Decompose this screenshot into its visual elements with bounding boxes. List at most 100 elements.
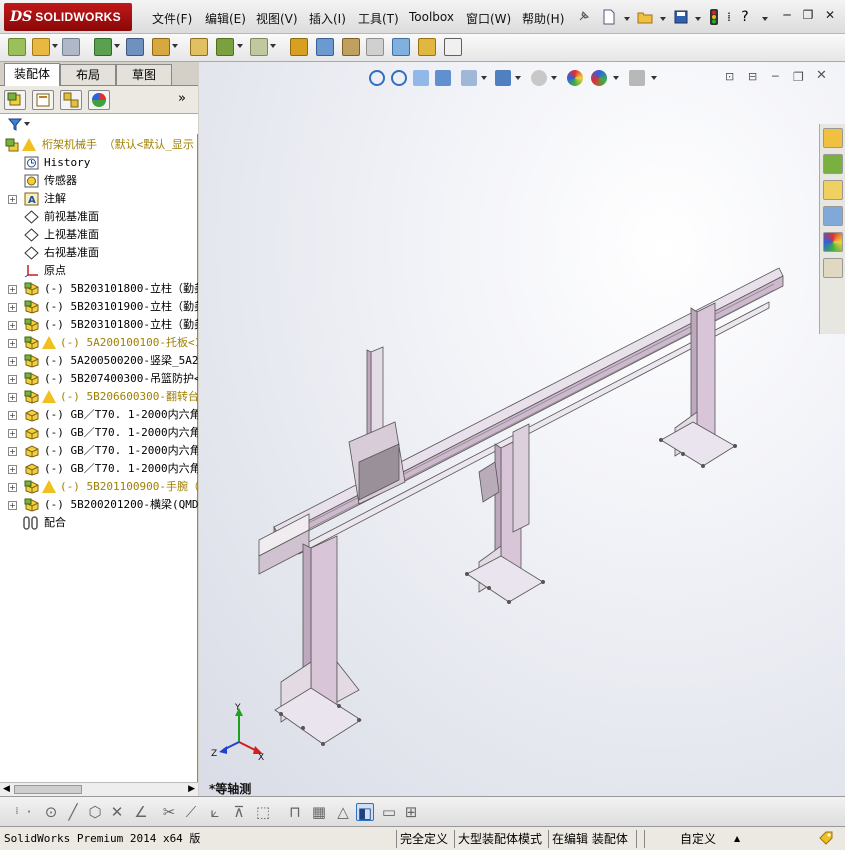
tree-filter[interactable] — [0, 114, 198, 134]
expand-icon[interactable]: + — [8, 393, 17, 402]
rebuild-traffic-light-icon[interactable] — [708, 7, 720, 27]
tree-horizontal-scrollbar[interactable]: ◀ ▶ — [0, 782, 198, 796]
insert-component-icon[interactable] — [8, 38, 26, 56]
save-icon[interactable] — [672, 7, 690, 27]
smart-fasteners-icon[interactable] — [94, 38, 112, 56]
tab-layout[interactable]: 布局 — [60, 64, 116, 85]
unit-system-selector[interactable]: 自定义 — [680, 830, 716, 848]
tree-item-history[interactable]: History — [0, 154, 198, 172]
linear-pattern-icon[interactable] — [62, 38, 80, 56]
new-dropdown-icon[interactable] — [624, 17, 630, 21]
menu-tools[interactable]: 工具(T) — [358, 10, 399, 27]
tree-item-component[interactable]: + (-) 5B203101900-立柱（勤美 — [0, 298, 198, 316]
graphics-area[interactable]: ⊡ ⊟ ─ ❐ ✕ Y X Z *等轴测 — [199, 62, 845, 796]
reference-dropdown-icon[interactable] — [237, 44, 243, 48]
point-icon[interactable]: · — [20, 803, 38, 821]
extend-icon[interactable]: ⟋ — [182, 803, 200, 821]
scroll-thumb[interactable] — [14, 785, 82, 794]
tree-item-top-plane[interactable]: 上视基准面 — [0, 226, 198, 244]
help-question-icon[interactable]: ? — [737, 7, 753, 27]
filter-funnel-icon[interactable] — [8, 117, 22, 131]
intersection-icon[interactable]: ✕ — [108, 803, 126, 821]
grid-icon[interactable]: ▦ — [310, 803, 328, 821]
tree-item-right-plane[interactable]: 右视基准面 — [0, 244, 198, 262]
menu-edit[interactable]: 编辑(E) — [205, 10, 246, 27]
clearance-verification-icon[interactable] — [392, 38, 410, 56]
relation-icon[interactable]: △ — [334, 803, 352, 821]
property-manager-icon[interactable] — [32, 90, 54, 110]
show-hidden-icon[interactable] — [152, 38, 170, 56]
menu-view[interactable]: 视图(V) — [256, 10, 298, 27]
tree-item-component-warning[interactable]: + (-) 5B206600300-翻转台 — [0, 388, 198, 406]
tree-item-sensors[interactable]: 传感器 — [0, 172, 198, 190]
scroll-left-icon[interactable]: ◀ — [3, 784, 10, 794]
expand-icon[interactable]: + — [8, 501, 17, 510]
tree-item-component[interactable]: + (-) GB／T70. 1-2000内六角 — [0, 424, 198, 442]
expand-icon[interactable]: + — [8, 339, 17, 348]
trim-icon[interactable]: ✂ — [160, 803, 178, 821]
show-dropdown-icon[interactable] — [172, 44, 178, 48]
motion-dropdown-icon[interactable] — [270, 44, 276, 48]
display-manager-icon[interactable] — [88, 90, 110, 110]
tree-item-component-warning[interactable]: + (-) 5A200100100-托板<1> — [0, 334, 198, 352]
scroll-right-icon[interactable]: ▶ — [188, 784, 195, 794]
tab-assembly[interactable]: 装配体 — [4, 63, 60, 86]
new-motion-study-icon[interactable] — [250, 38, 268, 56]
fasteners-dropdown-icon[interactable] — [114, 44, 120, 48]
angle-icon[interactable]: ∠ — [132, 803, 150, 821]
configuration-manager-icon[interactable] — [60, 90, 82, 110]
expand-icon[interactable]: + — [8, 447, 17, 456]
tree-item-mates[interactable]: 配合 — [0, 514, 198, 532]
menu-window[interactable]: 窗口(W) — [466, 10, 511, 27]
tree-item-component[interactable]: + (-) 5A200500200-竖梁_5A200 — [0, 352, 198, 370]
instant3d-icon[interactable] — [444, 38, 462, 56]
tree-item-component-warning[interactable]: + (-) 5B201100900-手腕（A — [0, 478, 198, 496]
menu-insert[interactable]: 插入(I) — [309, 10, 346, 27]
bill-of-materials-icon[interactable] — [290, 38, 308, 56]
construction-geometry-icon[interactable]: ⬚ — [254, 803, 272, 821]
expand-icon[interactable]: + — [8, 195, 17, 204]
quick-snaps-icon[interactable]: ⊞ — [402, 803, 420, 821]
solidworks-logo[interactable]: DS SOLIDWORKS — [4, 3, 132, 31]
exploded-view-icon[interactable] — [316, 38, 334, 56]
tree-item-component[interactable]: + (-) 5B203101800-立柱（勤美 — [0, 280, 198, 298]
feature-manager-icon[interactable] — [4, 90, 26, 110]
expand-icon[interactable]: + — [8, 465, 17, 474]
new-document-icon[interactable] — [600, 7, 618, 27]
dimension-icon[interactable]: ⊓ — [286, 803, 304, 821]
hole-alignment-icon[interactable] — [418, 38, 436, 56]
mate-icon[interactable] — [32, 38, 50, 56]
interference-detection-icon[interactable] — [366, 38, 384, 56]
menu-toolbox[interactable]: Toolbox — [409, 10, 454, 24]
more-tabs-chevron-icon[interactable]: » — [178, 91, 186, 106]
line-icon[interactable]: ╱ — [64, 803, 82, 821]
offset-icon[interactable]: ⟀ — [206, 803, 224, 821]
expand-icon[interactable]: + — [8, 321, 17, 330]
pin-icon[interactable] — [574, 7, 592, 27]
expand-icon[interactable]: + — [8, 483, 17, 492]
close-icon[interactable]: ✕ — [821, 8, 839, 24]
shaded-display-icon[interactable]: ◧ — [356, 803, 374, 822]
tree-item-component[interactable]: + (-) 5B203101800-立柱（勤美 — [0, 316, 198, 334]
circle-center-icon[interactable]: ⊙ — [42, 803, 60, 821]
tree-item-component[interactable]: + (-) 5B200201200-横梁(QMD 8 — [0, 496, 198, 514]
move-component-icon[interactable] — [126, 38, 144, 56]
assembly-features-icon[interactable] — [190, 38, 208, 56]
expand-icon[interactable]: + — [8, 375, 17, 384]
tab-sketch[interactable]: 草图 — [116, 64, 172, 85]
save-dropdown-icon[interactable] — [695, 17, 701, 21]
tree-item-component[interactable]: + (-) GB／T70. 1-2000内六角 — [0, 460, 198, 478]
options-icon[interactable]: ⁞ — [724, 7, 734, 27]
unit-dropdown-arrow-icon[interactable]: ▲ — [734, 830, 740, 848]
open-dropdown-icon[interactable] — [660, 17, 666, 21]
expand-icon[interactable]: + — [8, 303, 17, 312]
restore-icon[interactable]: ❐ — [799, 8, 817, 24]
filter-dropdown-icon[interactable] — [24, 122, 30, 126]
explode-line-sketch-icon[interactable] — [342, 38, 360, 56]
open-folder-icon[interactable] — [636, 7, 654, 27]
help-dropdown-icon[interactable] — [762, 17, 768, 21]
expand-icon[interactable]: + — [8, 429, 17, 438]
mirror-icon[interactable]: ⊼ — [230, 803, 248, 821]
tree-item-annotations[interactable]: + A 注解 — [0, 190, 198, 208]
tree-item-component[interactable]: + (-) GB／T70. 1-2000内六角 — [0, 442, 198, 460]
